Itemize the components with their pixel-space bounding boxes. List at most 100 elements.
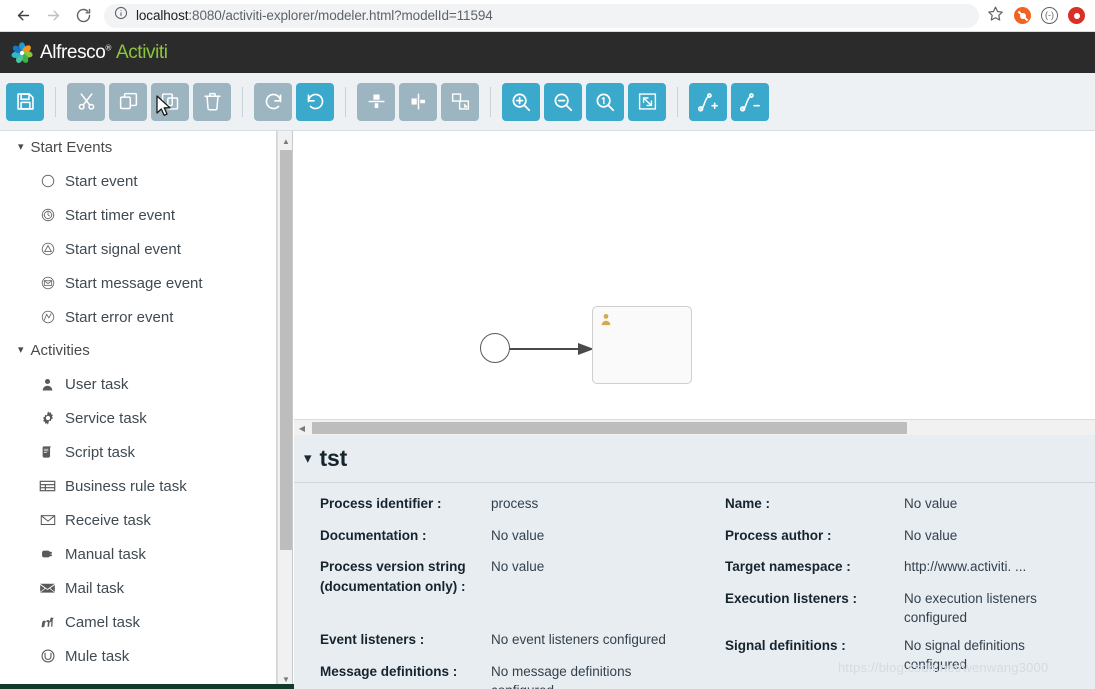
align-horizontal-button[interactable] (399, 82, 437, 121)
scrollbar-thumb[interactable] (312, 422, 907, 434)
user-task-node[interactable] (592, 306, 692, 384)
property-value[interactable]: No value (904, 526, 965, 546)
mail-icon (38, 579, 57, 598)
toolbar-separator (345, 86, 346, 117)
scissors-icon (78, 93, 94, 110)
add-bendpoint-button[interactable] (689, 82, 727, 121)
palette-item-label: User task (65, 375, 129, 393)
copy-button[interactable] (109, 82, 147, 121)
zoom-fit-button[interactable] (628, 82, 666, 121)
align-horizontal-icon (411, 93, 425, 110)
extension-face-icon[interactable]: (-) (1041, 7, 1058, 24)
page-title: tst (319, 445, 348, 471)
reload-icon (76, 8, 90, 23)
editor-toolbar (0, 73, 1095, 131)
chevron-down-icon[interactable]: ▾ (304, 451, 312, 466)
sequence-flow[interactable] (510, 341, 596, 362)
palette-group-start-events[interactable]: ▾ Start Events (0, 131, 276, 164)
paste-button[interactable] (151, 82, 189, 121)
palette-item-service-task[interactable]: Service task (0, 401, 276, 435)
url-text: localhost:8080/activiti-explorer/modeler… (136, 8, 493, 23)
alfresco-flower-svg (11, 41, 33, 63)
property-row: Event listeners : No event listeners con… (294, 630, 694, 650)
properties-header[interactable]: ▾ tst (294, 435, 1095, 483)
palette-item-start-signal-event[interactable]: Start signal event (0, 232, 276, 266)
palette-item-manual-task[interactable]: Manual task (0, 537, 276, 571)
palette-group-activities[interactable]: ▾ Activities (0, 334, 276, 367)
bpmn-canvas[interactable] (294, 131, 1095, 419)
palette-scrollbar[interactable]: ▲ ▼ (277, 131, 293, 689)
palette-item-label: Receive task (65, 511, 151, 529)
palette-item-label: Start timer event (65, 206, 176, 224)
address-bar[interactable]: localhost:8080/activiti-explorer/modeler… (104, 3, 979, 28)
triangle-left-icon[interactable]: ◀ (296, 420, 308, 436)
palette-item-start-event[interactable]: Start event (0, 164, 276, 198)
bottom-accent-strip (0, 684, 294, 689)
property-row: Execution listeners : No execution liste… (694, 589, 1094, 628)
property-value[interactable]: process (491, 494, 546, 514)
palette-item-start-timer-event[interactable]: Start timer event (0, 198, 276, 232)
gear-icon (38, 409, 57, 428)
chevron-down-icon: ▾ (18, 141, 24, 153)
forward-button[interactable] (38, 1, 68, 31)
cut-button[interactable] (67, 82, 105, 121)
same-size-button[interactable] (441, 82, 479, 121)
palette-item-mule-task[interactable]: Mule task (0, 639, 276, 673)
redo-button[interactable] (254, 82, 292, 121)
undo-arrow-icon (307, 93, 323, 110)
extension-record-icon[interactable] (1068, 7, 1085, 24)
zoom-out-button[interactable] (544, 82, 582, 121)
extension-orange-icon[interactable] (1014, 7, 1031, 24)
undo-button[interactable] (296, 82, 334, 121)
info-circle-icon[interactable] (114, 6, 128, 25)
property-value[interactable]: No event listeners configured (491, 630, 674, 650)
toolbar-separator (55, 86, 56, 117)
palette-item-script-task[interactable]: Script task (0, 435, 276, 469)
palette-group-label: Activities (30, 342, 90, 359)
property-value[interactable]: No message definitions configured (491, 662, 694, 689)
paste-icon (161, 93, 178, 110)
palette-item-user-task[interactable]: User task (0, 367, 276, 401)
redo-arrow-icon (265, 93, 281, 110)
zoom-actual-icon (596, 93, 615, 111)
envelope-outline-icon (38, 511, 57, 530)
camel-icon (38, 613, 57, 632)
zoom-in-button[interactable] (502, 82, 540, 121)
property-value[interactable]: No value (491, 557, 552, 596)
delete-button[interactable] (193, 82, 231, 121)
save-button[interactable] (6, 82, 44, 121)
triangle-up-icon[interactable]: ▲ (278, 133, 294, 149)
watermark-text: https://blog.csdn.net/wenwang3000 (838, 660, 1049, 675)
palette-item-business-rule-task[interactable]: Business rule task (0, 469, 276, 503)
scrollbar-thumb[interactable] (280, 150, 292, 550)
star-icon[interactable] (987, 5, 1004, 27)
browser-action-icons: (-) (987, 5, 1095, 27)
zoom-fit-icon (638, 93, 656, 110)
reload-button[interactable] (68, 1, 98, 31)
arrow-right-icon (510, 343, 594, 355)
palette-group-label: Start Events (30, 139, 113, 156)
shape-palette[interactable]: ▾ Start Events Start event Start timer e… (0, 131, 277, 689)
property-value[interactable]: No execution listeners configured (904, 589, 1094, 628)
align-vertical-button[interactable] (357, 82, 395, 121)
arrow-left-icon (17, 10, 29, 21)
hand-icon (38, 545, 57, 564)
palette-item-mail-task[interactable]: Mail task (0, 571, 276, 605)
palette-item-camel-task[interactable]: Camel task (0, 605, 276, 639)
palette-item-start-error-event[interactable]: Start error event (0, 300, 276, 334)
start-event-node[interactable] (480, 333, 510, 363)
toolbar-separator (490, 86, 491, 117)
zoom-actual-button[interactable] (586, 82, 624, 121)
brand-logo[interactable]: Alfresco® Activiti (0, 41, 168, 65)
canvas-horizontal-scrollbar[interactable]: ◀ (294, 419, 1095, 435)
property-row: Process author : No value (694, 526, 1094, 546)
property-value[interactable]: http://www.activiti. ... (904, 557, 1034, 577)
palette-item-label: Start signal event (65, 240, 181, 258)
property-value[interactable]: No value (491, 526, 552, 546)
back-button[interactable] (8, 1, 38, 31)
remove-bendpoint-button[interactable] (731, 82, 769, 121)
palette-item-start-message-event[interactable]: Start message event (0, 266, 276, 300)
palette-item-receive-task[interactable]: Receive task (0, 503, 276, 537)
palette-item-label: Manual task (65, 545, 146, 563)
property-value[interactable]: No value (904, 494, 965, 514)
